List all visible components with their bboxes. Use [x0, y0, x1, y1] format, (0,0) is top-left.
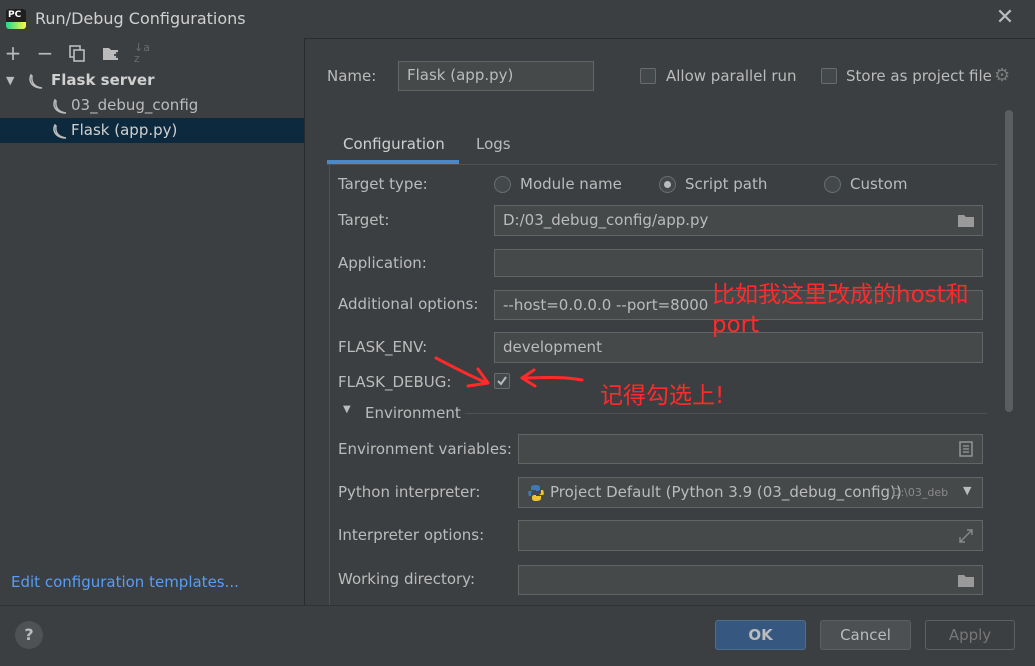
flask-icon	[51, 122, 69, 148]
window-title: Run/Debug Configurations	[35, 9, 246, 28]
close-icon[interactable]: ✕	[994, 7, 1016, 29]
collapse-triangle-icon[interactable]: ▼	[343, 404, 351, 415]
name-input[interactable]: Flask (app.py)	[398, 61, 594, 91]
cancel-button[interactable]: Cancel	[820, 620, 911, 650]
edit-configuration-templates-link[interactable]: Edit configuration templates...	[11, 573, 239, 591]
remove-icon[interactable]: −	[35, 42, 55, 64]
python-icon	[527, 484, 545, 506]
python-interpreter-select[interactable]: Project Default (Python 3.9 (03_debug_co…	[518, 477, 983, 508]
name-label: Name:	[327, 67, 377, 85]
tree-item-flask-app[interactable]: Flask (app.py)	[0, 118, 304, 143]
environment-variables-label: Environment variables:	[338, 440, 512, 458]
python-interpreter-value: Project Default (Python 3.9 (03_debug_co…	[550, 483, 902, 501]
python-interpreter-path: D:\03_deb	[892, 486, 949, 499]
sort-icon-glyph: ↓a z	[134, 41, 150, 65]
help-button[interactable]: ?	[15, 621, 43, 649]
environment-variables-input[interactable]	[518, 434, 983, 464]
tree-group-label: Flask server	[51, 71, 155, 89]
annotation-remember-check: 记得勾选上!	[600, 383, 725, 409]
annotation-arrows	[434, 356, 584, 388]
store-as-project-file-checkbox[interactable]	[821, 68, 837, 84]
interpreter-options-label: Interpreter options:	[338, 526, 485, 544]
pycharm-app-icon: PC	[6, 9, 26, 29]
tab-logs[interactable]: Logs	[476, 135, 511, 153]
add-icon[interactable]: +	[3, 42, 23, 64]
radio-module-name[interactable]	[494, 176, 511, 193]
tree-group-flask-server[interactable]: ▼ Flask server	[0, 68, 304, 93]
annotation-line-1: 比如我这里改成的host和	[712, 282, 969, 308]
folder-icon[interactable]	[957, 212, 975, 232]
store-as-project-file-label: Store as project file	[846, 67, 992, 85]
working-directory-input[interactable]	[518, 565, 983, 595]
allow-parallel-run-checkbox[interactable]	[640, 68, 656, 84]
flask-env-label: FLASK_ENV:	[338, 338, 428, 356]
annotation-host-port: 比如我这里改成的host和 port	[712, 280, 1032, 340]
interpreter-options-input[interactable]	[518, 520, 983, 551]
target-label: Target:	[338, 211, 390, 229]
radio-module-name-label: Module name	[520, 175, 622, 193]
vertical-scrollbar[interactable]	[1005, 110, 1013, 412]
python-interpreter-label: Python interpreter:	[338, 483, 481, 501]
section-divider	[465, 413, 987, 414]
expand-icon[interactable]	[958, 528, 974, 548]
radio-script-path-label: Script path	[685, 175, 768, 193]
annotation-line-2: port	[712, 312, 760, 338]
radio-custom-label: Custom	[850, 175, 908, 193]
folder-icon[interactable]	[957, 572, 975, 592]
app-icon-text: PC	[8, 10, 22, 20]
tree-item-03-debug-config[interactable]: 03_debug_config	[0, 93, 304, 118]
document-icon[interactable]	[959, 441, 973, 461]
target-input[interactable]: D:/03_debug_config/app.py	[494, 205, 983, 236]
sort-icon[interactable]: ↓a z	[134, 42, 154, 64]
chevron-down-icon: ▼	[963, 484, 972, 497]
working-directory-label: Working directory:	[338, 570, 476, 588]
copy-icon[interactable]	[68, 44, 86, 62]
gear-icon[interactable]: ⚙	[994, 67, 1010, 85]
chevron-down-icon: ▼	[6, 74, 15, 87]
target-input-value: D:/03_debug_config/app.py	[503, 211, 709, 229]
tree-item-label: 03_debug_config	[71, 96, 199, 114]
ok-button[interactable]: OK	[715, 620, 806, 650]
active-tab-indicator	[327, 160, 459, 164]
environment-section-title: Environment	[365, 404, 461, 422]
target-type-label: Target type:	[338, 175, 428, 193]
allow-parallel-run-label: Allow parallel run	[666, 67, 797, 85]
move-to-folder-icon[interactable]	[101, 44, 121, 62]
additional-options-label: Additional options:	[338, 295, 479, 313]
radio-custom[interactable]	[824, 176, 841, 193]
radio-script-path[interactable]	[659, 176, 676, 193]
tree-item-label: Flask (app.py)	[71, 121, 178, 139]
tab-configuration[interactable]: Configuration	[343, 135, 445, 153]
application-input[interactable]	[494, 249, 983, 277]
apply-button[interactable]: Apply	[925, 620, 1015, 650]
application-label: Application:	[338, 254, 427, 272]
